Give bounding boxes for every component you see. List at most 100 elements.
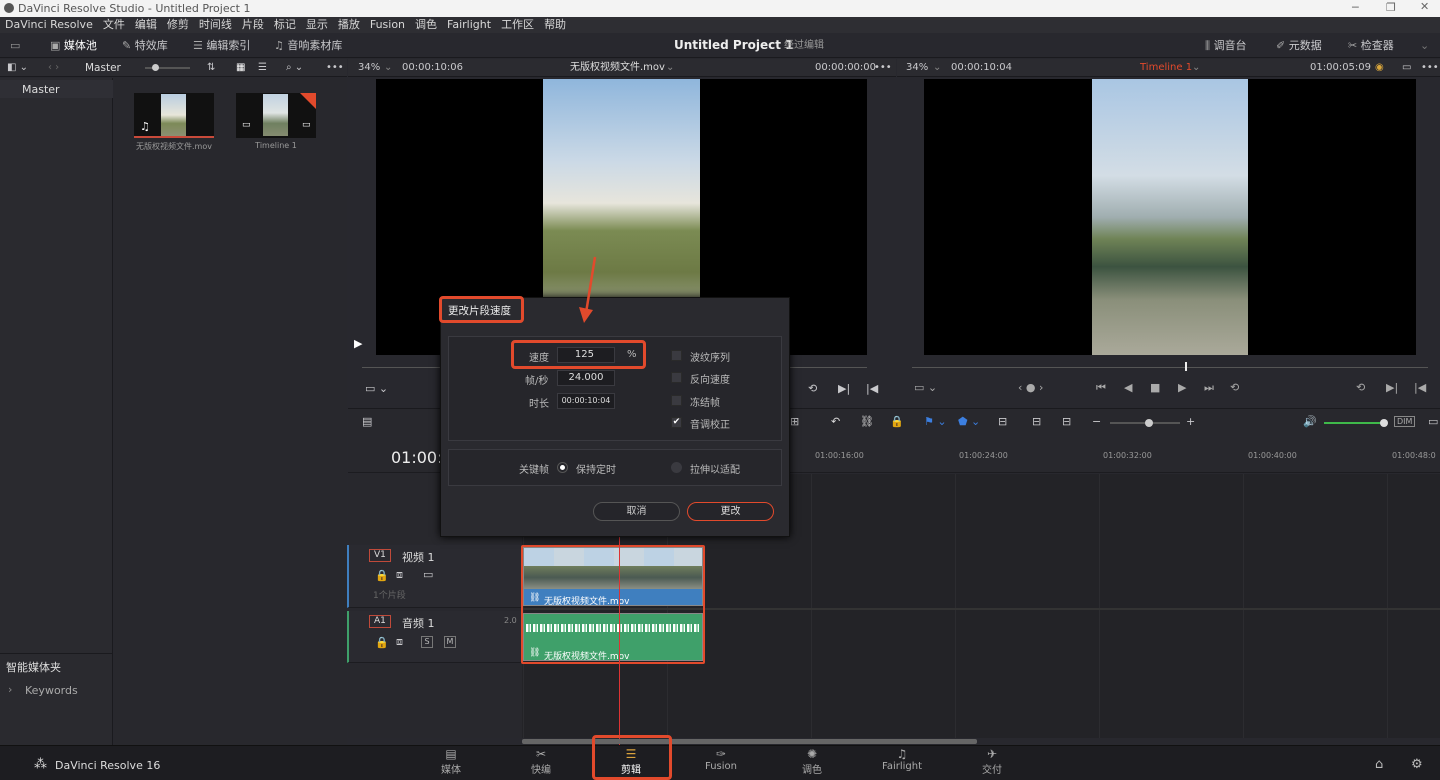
- effects-button[interactable]: ✎ 特效库: [122, 37, 168, 54]
- zoom-in-icon[interactable]: +: [1186, 415, 1195, 428]
- reverse-checkbox[interactable]: [671, 372, 682, 383]
- sound-library-button[interactable]: ♫ 音响素材库: [274, 37, 342, 54]
- menu-item[interactable]: 修剪: [162, 17, 194, 32]
- stop-icon[interactable]: ■: [1150, 381, 1160, 394]
- sidebar-toggle-icon[interactable]: ◧ ⌄: [7, 59, 28, 77]
- track-id-a1[interactable]: A1: [369, 615, 391, 628]
- settings-icon[interactable]: ⚙: [1411, 757, 1423, 772]
- menu-item[interactable]: 播放: [333, 17, 365, 32]
- page-tab-fairlight[interactable]: ♫ Fairlight: [872, 747, 932, 772]
- page-tab-fusion[interactable]: ✑ Fusion: [691, 747, 751, 772]
- fps-input[interactable]: 24.000: [557, 370, 615, 386]
- chevron-down-icon[interactable]: ⌄: [384, 59, 392, 77]
- next-frame-icon[interactable]: ▶|: [1386, 381, 1398, 394]
- marker-icon[interactable]: ⬟ ⌄: [958, 415, 980, 428]
- menu-item[interactable]: 文件: [98, 17, 130, 32]
- go-to-start-icon[interactable]: ⏮: [1096, 381, 1106, 395]
- lock-icon[interactable]: 🔒: [890, 415, 904, 428]
- bin-tree-item-master[interactable]: Master: [0, 80, 113, 98]
- more-options-icon[interactable]: •••: [326, 59, 344, 77]
- play-reverse-icon[interactable]: ◀: [1124, 381, 1132, 394]
- expand-icon[interactable]: ▭: [1428, 415, 1438, 428]
- close-icon[interactable]: ✕: [1420, 0, 1429, 13]
- page-tab-deliver[interactable]: ✈ 交付: [962, 747, 1022, 776]
- timeline-scrollbar[interactable]: [522, 739, 977, 744]
- zoom-full-icon[interactable]: ⊟: [998, 415, 1007, 428]
- viewer-mode-icon[interactable]: ▭ ⌄: [914, 381, 937, 394]
- match-frame-icon[interactable]: ⟲: [1356, 381, 1365, 394]
- chevron-down-icon[interactable]: ⌄: [666, 59, 674, 77]
- volume-icon[interactable]: 🔊: [1303, 415, 1317, 428]
- source-mode-icon[interactable]: ▭ ⌄: [365, 382, 388, 395]
- chevron-down-icon[interactable]: ⌄: [933, 59, 941, 77]
- prev-frame-icon[interactable]: |◀: [866, 382, 878, 395]
- link-icon[interactable]: ⛓: [860, 415, 874, 428]
- nav-arrows-icon[interactable]: ‹ ›: [48, 59, 59, 77]
- menu-item[interactable]: Fairlight: [442, 17, 496, 32]
- next-frame-icon[interactable]: ▶|: [838, 382, 850, 395]
- timeline-viewer[interactable]: [924, 79, 1416, 355]
- zoom-out-icon[interactable]: −: [1092, 415, 1101, 428]
- timeline-scrubber[interactable]: [912, 367, 1428, 368]
- more-options-icon[interactable]: •••: [874, 59, 892, 77]
- grid-view-icon[interactable]: ▦: [236, 59, 245, 77]
- auto-select-icon[interactable]: ⧈: [396, 635, 403, 649]
- video-track-header[interactable]: V1 视频 1 🔒 ⧈ ▭ 1个片段: [347, 545, 522, 608]
- audio-track-header[interactable]: A1 音频 1 2.0 🔒 ⧈ S M: [347, 611, 522, 663]
- duration-input[interactable]: 00:00:10:04: [557, 393, 615, 409]
- mute-button[interactable]: M: [444, 636, 456, 648]
- zoom-custom-icon[interactable]: ⊟: [1062, 415, 1071, 428]
- page-tab-media[interactable]: ▤ 媒体: [421, 747, 481, 776]
- sort-icon[interactable]: ⇅: [207, 59, 215, 77]
- monitor-icon[interactable]: ▭: [10, 37, 20, 54]
- media-clip-thumbnail[interactable]: ♫: [134, 93, 214, 138]
- dim-button[interactable]: DIM: [1394, 416, 1416, 427]
- menu-item[interactable]: 片段: [237, 17, 269, 32]
- page-tab-cut[interactable]: ✂ 快编: [511, 747, 571, 776]
- more-options-icon[interactable]: •••: [1421, 59, 1439, 77]
- prev-frame-icon[interactable]: |◀: [1414, 381, 1426, 394]
- play-marker-icon[interactable]: ▶: [354, 337, 362, 350]
- inspector-button[interactable]: ✂ 检查器: [1348, 37, 1394, 54]
- auto-select-icon[interactable]: ⧈: [396, 568, 403, 582]
- play-icon[interactable]: ▶: [1178, 381, 1186, 394]
- undo-icon[interactable]: ↶: [831, 415, 840, 428]
- home-icon[interactable]: ⌂: [1375, 757, 1383, 772]
- ripple-checkbox[interactable]: [671, 350, 682, 361]
- lock-icon[interactable]: 🔒: [375, 569, 389, 582]
- zoom-detail-icon[interactable]: ⊟: [1032, 415, 1041, 428]
- menu-item[interactable]: 时间线: [194, 17, 237, 32]
- loop-icon[interactable]: ⟲: [1230, 381, 1239, 394]
- search-icon[interactable]: ⌕ ⌄: [286, 59, 303, 77]
- menu-item[interactable]: 编辑: [130, 17, 162, 32]
- loop-icon[interactable]: ⟲: [808, 382, 817, 395]
- page-tab-color[interactable]: ✺ 调色: [782, 747, 842, 776]
- volume-knob[interactable]: [1380, 419, 1388, 427]
- menu-item[interactable]: DaVinci Resolve: [0, 17, 98, 32]
- collapse-icon[interactable]: ⌄: [1420, 37, 1429, 54]
- timeline-clip-thumbnail[interactable]: ▭ ▭: [236, 93, 316, 138]
- cancel-button[interactable]: 取消: [593, 502, 680, 521]
- menu-item[interactable]: Fusion: [365, 17, 410, 32]
- slider-knob[interactable]: [152, 64, 159, 71]
- media-pool-button[interactable]: ▣ 媒体池: [50, 37, 97, 54]
- stretch-fit-radio[interactable]: [671, 462, 682, 473]
- go-to-end-icon[interactable]: ⏭: [1204, 381, 1214, 395]
- list-view-icon[interactable]: ☰: [258, 59, 267, 77]
- track-id-v1[interactable]: V1: [369, 549, 391, 562]
- timeline-scrubber-head[interactable]: [1185, 362, 1187, 371]
- menu-item[interactable]: 调色: [410, 17, 442, 32]
- track-enable-icon[interactable]: ▭: [423, 568, 433, 581]
- maximize-icon[interactable]: ❐: [1386, 1, 1396, 14]
- metadata-button[interactable]: ✐ 元数据: [1276, 37, 1322, 54]
- edit-index-button[interactable]: ☰ 编辑索引: [193, 37, 250, 54]
- source-clip-name[interactable]: 无版权视频文件.mov: [570, 59, 665, 77]
- source-zoom[interactable]: 34%: [358, 59, 380, 77]
- solo-button[interactable]: S: [421, 636, 433, 648]
- chevron-down-icon[interactable]: ⌄: [1192, 59, 1200, 77]
- color-wheel-icon[interactable]: ◉: [1375, 59, 1384, 77]
- menu-item[interactable]: 工作区: [496, 17, 539, 32]
- mixer-button[interactable]: ⫼ 调音台: [1205, 37, 1247, 54]
- menu-item[interactable]: 显示: [301, 17, 333, 32]
- freeze-checkbox[interactable]: [671, 395, 682, 406]
